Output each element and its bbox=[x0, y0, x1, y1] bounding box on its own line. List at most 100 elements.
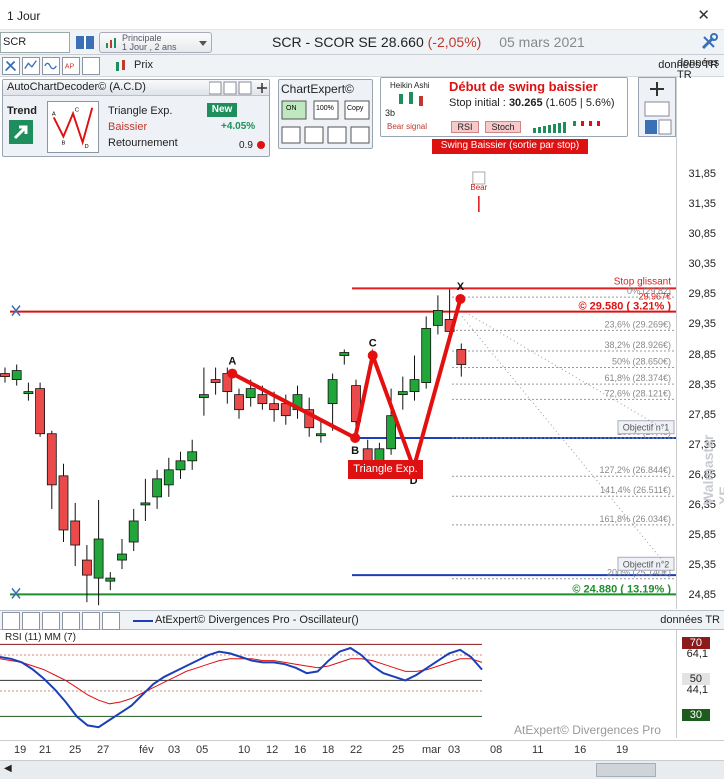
date-tick: 25 bbox=[69, 744, 82, 756]
svg-text:D: D bbox=[85, 144, 89, 150]
stop-detail: (1.605 | 5.6%) bbox=[545, 97, 615, 109]
price-tick: 28,35 bbox=[688, 378, 716, 391]
candle-body bbox=[187, 451, 198, 462]
date-tick: 22 bbox=[350, 744, 363, 756]
candle-body bbox=[245, 388, 256, 399]
candle-body bbox=[35, 388, 45, 435]
pattern-direction: Baissier bbox=[108, 121, 148, 133]
date-tick: 18 bbox=[322, 744, 335, 756]
close-icon[interactable]: ✕ bbox=[697, 6, 710, 24]
candle-body bbox=[421, 328, 432, 383]
trend-label: Trend bbox=[7, 105, 37, 117]
date-tick: mar bbox=[422, 744, 441, 756]
status-dot bbox=[257, 141, 265, 149]
price-tick: 28,85 bbox=[688, 348, 716, 361]
move-icon[interactable] bbox=[639, 78, 675, 136]
candles-icon bbox=[116, 60, 125, 71]
acd-panel: AutoChartDecoder© (A.C.D) Trend ACBD Tri… bbox=[2, 79, 270, 157]
date-tick: 25 bbox=[392, 744, 405, 756]
quote-date: 05 mars 2021 bbox=[499, 34, 585, 50]
wave-icon[interactable] bbox=[42, 57, 60, 75]
tools-icon[interactable] bbox=[2, 57, 20, 75]
indicator-icon[interactable] bbox=[22, 57, 40, 75]
candle-body bbox=[58, 475, 69, 531]
triangle-pattern-icon[interactable]: A C B D bbox=[47, 101, 99, 153]
heikin-label: Heikin Ashi bbox=[390, 81, 430, 90]
pattern-point bbox=[350, 432, 361, 443]
scroll-left-icon[interactable]: ◀ bbox=[4, 763, 12, 774]
square-icon[interactable] bbox=[82, 612, 100, 630]
oscillator-toolbar: AtExpert© Divergences Pro - Oscillateur(… bbox=[0, 610, 724, 630]
price-change: (-2,05%) bbox=[427, 34, 482, 50]
trend-up-icon bbox=[9, 120, 33, 144]
price-series-label: Prix bbox=[134, 59, 153, 71]
candle-body bbox=[152, 478, 163, 498]
pattern-score: 0.9 bbox=[239, 140, 253, 151]
pattern-pct: +4.05% bbox=[221, 121, 256, 132]
price-tick: 29,85 bbox=[688, 288, 716, 301]
bear-label: Bear bbox=[470, 183, 487, 192]
tools-icon[interactable] bbox=[700, 33, 718, 51]
instrument-header: SCR - SCOR SE 28.660 (-2,05%) 05 mars 20… bbox=[272, 34, 585, 50]
date-tick: 19 bbox=[14, 744, 27, 756]
objective-label: Objectif n°2 bbox=[623, 559, 670, 569]
price-tick: 24,85 bbox=[688, 589, 716, 602]
triangle-label: Triangle Exp. bbox=[348, 460, 423, 479]
chartexpert-panel: ChartExpert© ON 100% Copy bbox=[278, 79, 373, 149]
title-bar: 1 Jour ✕ bbox=[0, 0, 724, 30]
candle-body bbox=[93, 538, 104, 579]
square-icon[interactable] bbox=[82, 57, 100, 75]
rsi-label: RSI (11) MM (7) bbox=[5, 632, 76, 643]
ap-icon[interactable]: AP bbox=[62, 57, 80, 75]
pattern-point bbox=[227, 368, 238, 379]
candle-body bbox=[117, 553, 127, 561]
svg-text:AP: AP bbox=[65, 63, 75, 71]
swing-title: Début de swing baissier bbox=[449, 79, 598, 94]
pattern-name: Triangle Exp. bbox=[108, 105, 173, 117]
candle-body bbox=[82, 559, 92, 576]
new-badge: New bbox=[207, 103, 237, 117]
date-tick: 21 bbox=[39, 744, 52, 756]
chart-template-select[interactable]: Principale 1 Jour , 2 ans bbox=[99, 32, 212, 53]
panel-controls[interactable] bbox=[209, 81, 267, 95]
side-tools bbox=[638, 77, 676, 137]
date-tick: fév bbox=[139, 744, 154, 756]
stoch-tag[interactable]: Stoch bbox=[485, 121, 521, 133]
rsi-oscillator[interactable] bbox=[0, 630, 676, 738]
scroll-thumb[interactable] bbox=[596, 763, 656, 777]
candle-body bbox=[11, 370, 22, 380]
chartexpert-buttons[interactable]: ON 100% Copy bbox=[281, 99, 371, 147]
ap-icon[interactable] bbox=[62, 612, 80, 630]
horizontal-scrollbar[interactable]: ◀ bbox=[0, 760, 724, 779]
svg-text:Copy: Copy bbox=[347, 105, 364, 112]
book-icon[interactable] bbox=[75, 34, 95, 51]
price-tick: 30,35 bbox=[688, 258, 716, 271]
rsi-tag[interactable]: RSI bbox=[451, 121, 479, 133]
close-icon[interactable] bbox=[102, 612, 120, 630]
swing-panel: Heikin Ashi 3b Bear signal Début de swin… bbox=[380, 77, 628, 137]
price-chart[interactable]: 0% (29.82)23,6% (29.269€)38,2% (28.926€)… bbox=[0, 160, 676, 610]
indicator-icon[interactable] bbox=[22, 612, 40, 630]
swing-signal-button[interactable]: Swing Baissier (sortie par stop) bbox=[432, 139, 588, 154]
symbol-input[interactable]: SCR bbox=[0, 32, 70, 53]
rsi-line bbox=[0, 646, 483, 729]
green-level-label: © 24.880 ( 13.19% ) bbox=[572, 583, 671, 595]
date-tick: 19 bbox=[616, 744, 629, 756]
date-tick: 11 bbox=[532, 744, 544, 756]
chart-strip: AP Prix données TR bbox=[0, 55, 724, 77]
pattern-point bbox=[455, 293, 466, 304]
date-axis: 19 21 25 27 fév 03 05 10 12 16 18 22 25 mar 03 08 11 16 19 bbox=[0, 740, 724, 759]
pattern-label: X bbox=[457, 281, 465, 293]
chartexpert-title: ChartExpert© bbox=[281, 82, 354, 96]
tools-icon[interactable] bbox=[2, 612, 20, 630]
heikin-count: 3b bbox=[385, 108, 396, 118]
candle-body bbox=[0, 373, 10, 377]
candle-body bbox=[315, 433, 326, 437]
watermark: Walmaster XE bbox=[700, 434, 724, 505]
price-tick: 25,35 bbox=[688, 559, 716, 572]
mm-line bbox=[0, 658, 483, 705]
date-tick: 10 bbox=[238, 744, 251, 756]
candle-body bbox=[128, 520, 139, 543]
oscillator-footer: AtExpert© Divergences Pro bbox=[514, 723, 661, 737]
wave-icon[interactable] bbox=[42, 612, 60, 630]
